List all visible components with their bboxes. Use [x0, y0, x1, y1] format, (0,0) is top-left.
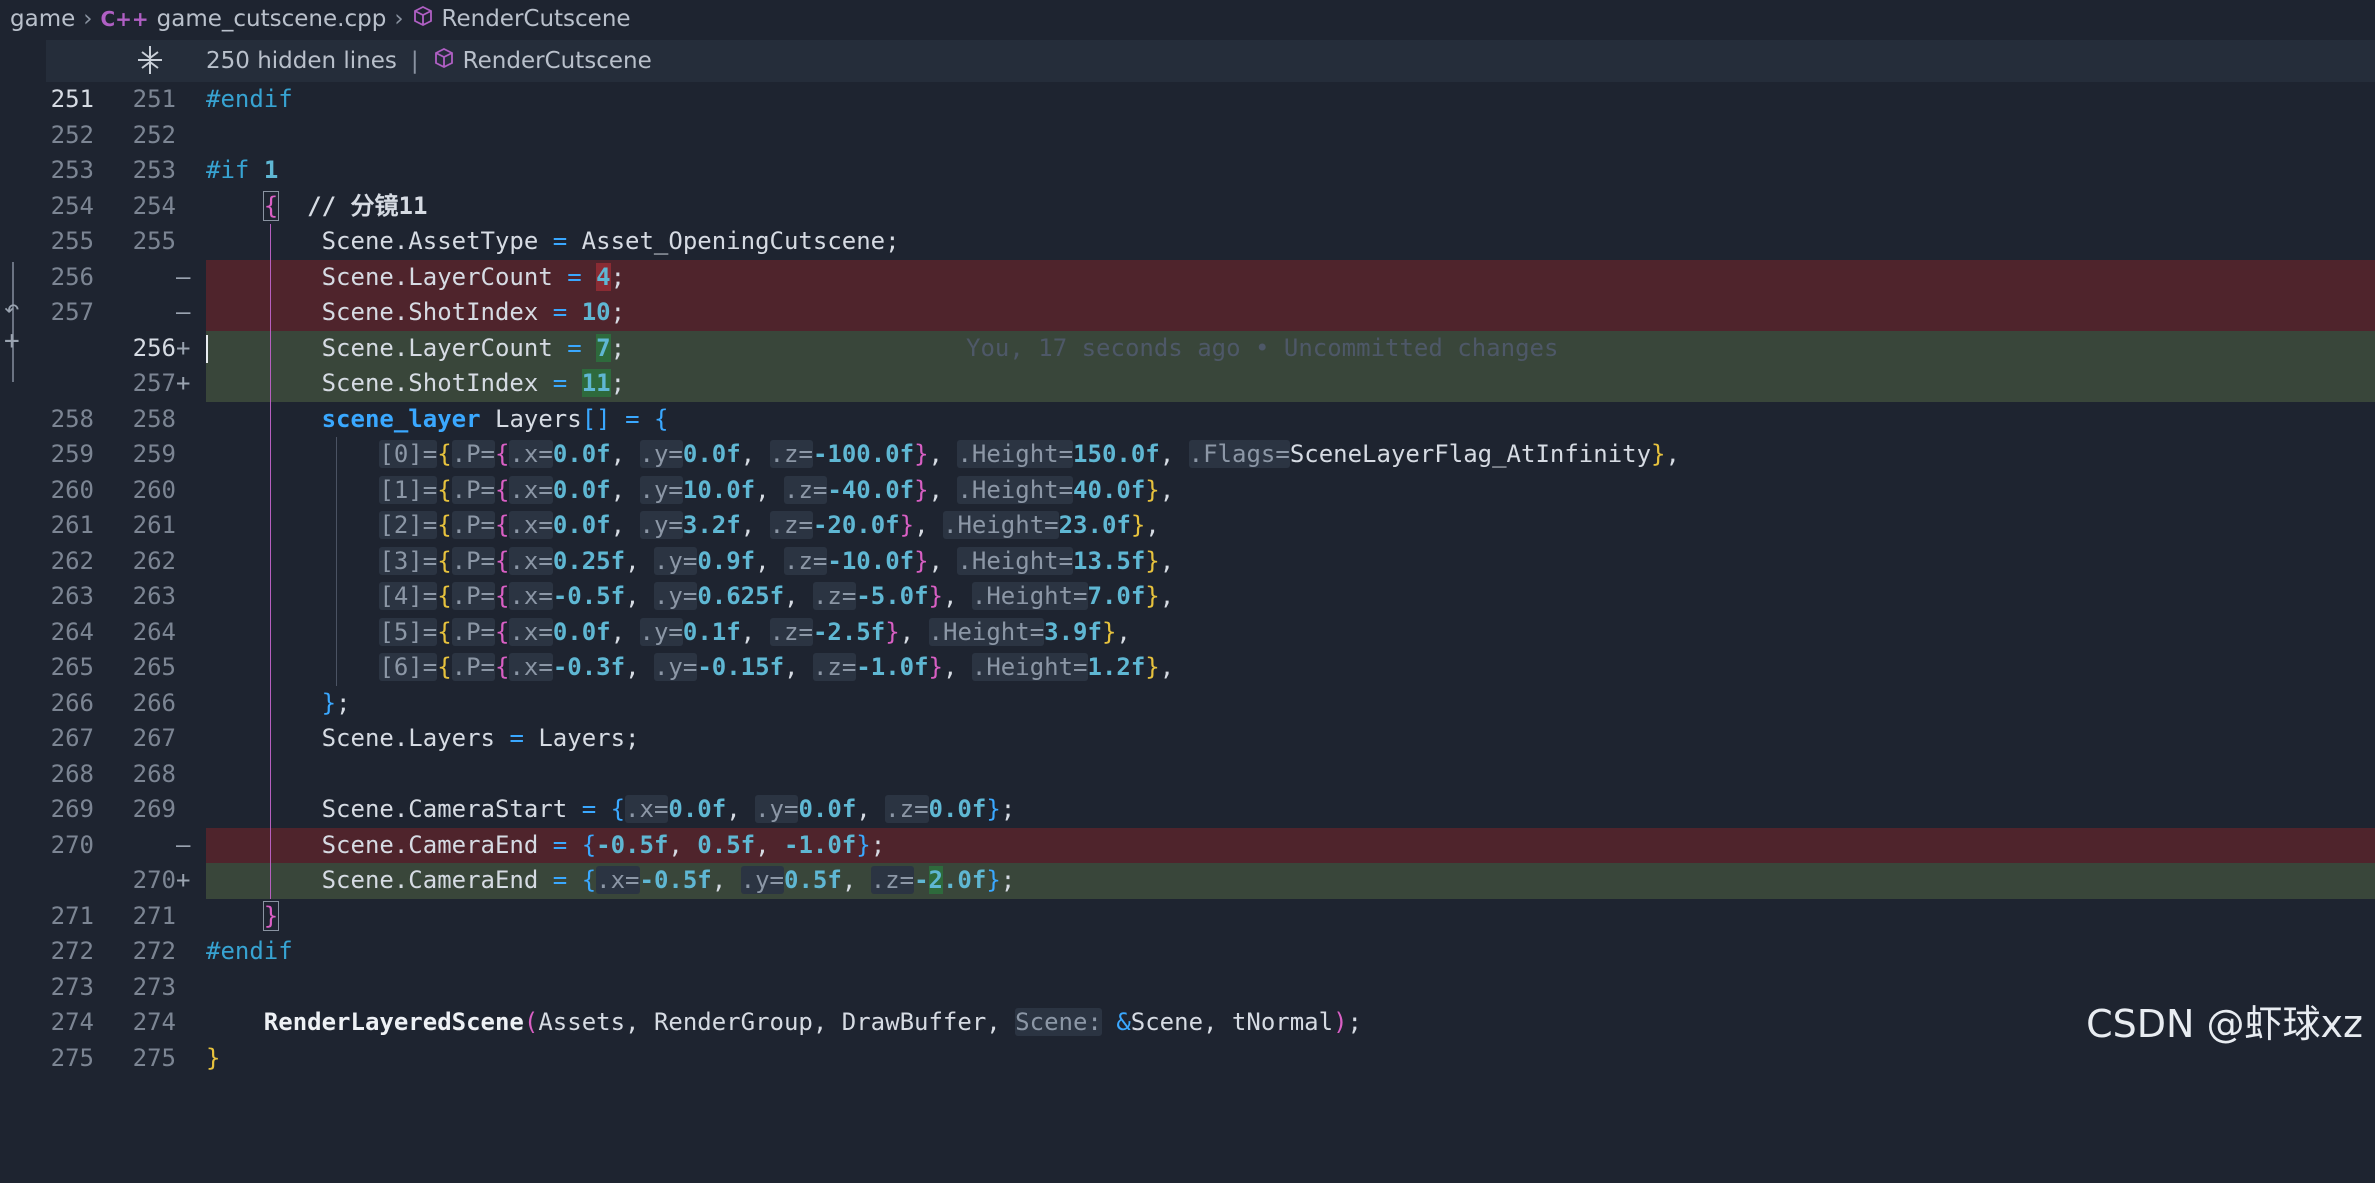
- chevron-right-icon: ›: [83, 6, 93, 32]
- code-line[interactable]: 265 265 [6]={.P={.x=-0.3f, .y=-0.15f, .z=…: [0, 650, 2375, 686]
- inline-blame: You, 17 seconds ago • Uncommitted change…: [966, 333, 1559, 362]
- cpp-file-icon: C++: [100, 7, 149, 31]
- code-line[interactable]: 251 251 #endif: [0, 82, 2375, 118]
- hidden-lines-label: 250 hidden lines: [206, 48, 397, 74]
- code-line[interactable]: 273 273: [0, 970, 2375, 1006]
- code-line[interactable]: 255 255 Scene.AssetType = Asset_OpeningCu…: [0, 224, 2375, 260]
- cube-icon: [412, 5, 434, 33]
- code-line[interactable]: 267 267 Scene.Layers = Layers;: [0, 721, 2375, 757]
- cube-icon: [433, 47, 455, 75]
- code-line[interactable]: 264 264 [5]={.P={.x=0.0f, .y=0.1f, .z=-2.…: [0, 614, 2375, 650]
- hidden-lines-symbol[interactable]: RenderCutscene: [463, 48, 652, 74]
- code-line-deleted[interactable]: 270— Scene.CameraEnd = {-0.5f, 0.5f, -1.…: [0, 827, 2375, 863]
- code-line[interactable]: 259 259 [0]={.P={.x=0.0f, .y=0.0f, .z=-10…: [0, 437, 2375, 473]
- breadcrumb-file[interactable]: game_cutscene.cpp: [157, 6, 387, 32]
- code-line-added[interactable]: 257 + Scene.ShotIndex = 11;: [0, 366, 2375, 402]
- unfold-icon[interactable]: [136, 44, 164, 82]
- code-line[interactable]: 275 275 }: [0, 1041, 2375, 1077]
- code-line[interactable]: 258 258 scene_layer Layers[] = {: [0, 401, 2375, 437]
- code-line-deleted[interactable]: 256— Scene.LayerCount = 4;: [0, 259, 2375, 295]
- code-line[interactable]: 266 266 };: [0, 685, 2375, 721]
- code-line[interactable]: 274 274 RenderLayeredScene(Assets, Render…: [0, 1005, 2375, 1041]
- code-editor[interactable]: 251 251 #endif 252 252 253 253 #if 1 254 254…: [0, 82, 2375, 1072]
- separator: |: [410, 48, 419, 74]
- code-line[interactable]: 268 268: [0, 756, 2375, 792]
- code-line-added[interactable]: 270 + Scene.CameraEnd = {.x=-0.5f, .y=0.5…: [0, 863, 2375, 899]
- code-line[interactable]: 254 254 { // 分镜11: [0, 189, 2375, 225]
- code-line[interactable]: 252 252: [0, 118, 2375, 154]
- code-line[interactable]: 262 262 [3]={.P={.x=0.25f, .y=0.9f, .z=-1…: [0, 543, 2375, 579]
- chevron-right-icon: ›: [394, 6, 404, 32]
- code-line[interactable]: 260 260 [1]={.P={.x=0.0f, .y=10.0f, .z=-4…: [0, 472, 2375, 508]
- code-line[interactable]: 261 261 [2]={.P={.x=0.0f, .y=3.2f, .z=-20…: [0, 508, 2375, 544]
- code-line-added[interactable]: 256 + Scene.LayerCount = 7; You, 17 second…: [0, 330, 2375, 366]
- code-line[interactable]: 253 253 #if 1: [0, 153, 2375, 189]
- breadcrumb-symbol[interactable]: RenderCutscene: [442, 6, 631, 32]
- breadcrumb: game › C++ game_cutscene.cpp › RenderCut…: [0, 0, 2375, 38]
- code-line[interactable]: 271 271 }: [0, 899, 2375, 935]
- watermark: CSDN @虾球xz: [2086, 1002, 2363, 1046]
- code-line[interactable]: 263 263 [4]={.P={.x=-0.5f, .y=0.625f, .z=…: [0, 579, 2375, 615]
- code-line[interactable]: 269 269 Scene.CameraStart = {.x=0.0f, .y=…: [0, 792, 2375, 828]
- code-line-deleted[interactable]: 257— Scene.ShotIndex = 10;: [0, 295, 2375, 331]
- breadcrumb-folder[interactable]: game: [10, 6, 75, 32]
- code-line[interactable]: 272 272 #endif: [0, 934, 2375, 970]
- text-cursor: [206, 334, 208, 363]
- hidden-lines-bar[interactable]: 250 hidden lines | RenderCutscene: [46, 40, 2375, 82]
